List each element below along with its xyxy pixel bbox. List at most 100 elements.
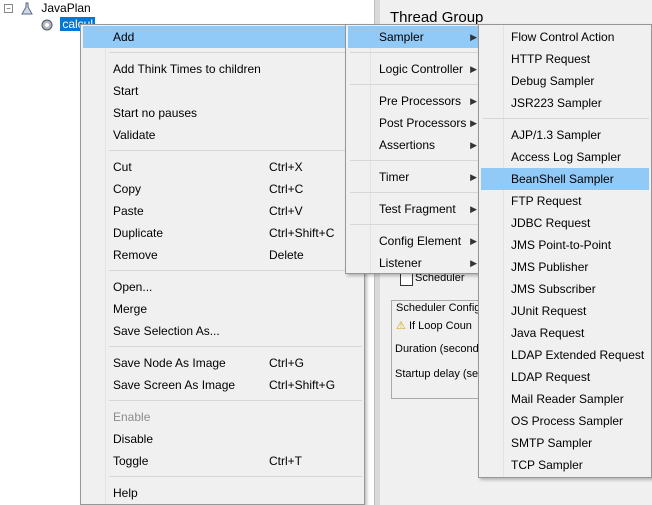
sampler-item-mail-reader-sampler[interactable]: Mail Reader Sampler xyxy=(481,388,649,410)
menu-item-validate[interactable]: Validate xyxy=(83,124,362,146)
sampler-item-jdbc-request[interactable]: JDBC Request xyxy=(481,212,649,234)
menu-item-merge[interactable]: Merge xyxy=(83,298,362,320)
menu-item-label: Open... xyxy=(113,280,153,294)
menu-separator xyxy=(109,346,362,347)
scheduler-checkbox[interactable] xyxy=(400,273,413,286)
sampler-item-jms-subscriber[interactable]: JMS Subscriber xyxy=(481,278,649,300)
submenu-arrow-icon: ▶ xyxy=(470,258,477,268)
menu-item-label: Assertions xyxy=(379,138,436,152)
menu-item-label: Duplicate xyxy=(113,226,164,240)
sampler-item-tcp-sampler[interactable]: TCP Sampler xyxy=(481,454,649,476)
add-submenu-item-config-element[interactable]: Config Element ▶ xyxy=(348,230,485,252)
sampler-item-http-request[interactable]: HTTP Request xyxy=(481,48,649,70)
sampler-item-java-request[interactable]: Java Request xyxy=(481,322,649,344)
sampler-item-ldap-request[interactable]: LDAP Request xyxy=(481,366,649,388)
sampler-item-beanshell-sampler[interactable]: BeanShell Sampler xyxy=(481,168,649,190)
menu-item-copy[interactable]: Copy Ctrl+C xyxy=(83,178,362,200)
sampler-item-jms-publisher[interactable]: JMS Publisher xyxy=(481,256,649,278)
menu-item-label: Debug Sampler xyxy=(511,74,595,88)
menu-item-label: Toggle xyxy=(113,454,149,468)
sampler-submenu: Flow Control Action HTTP Request Debug Sam… xyxy=(478,24,652,478)
menu-item-shortcut: Ctrl+Shift+C xyxy=(269,226,335,240)
menu-separator xyxy=(350,52,485,53)
menu-item-label: JDBC Request xyxy=(511,216,591,230)
sampler-item-junit-request[interactable]: JUnit Request xyxy=(481,300,649,322)
add-submenu-item-post-processors[interactable]: Post Processors ▶ xyxy=(348,112,485,134)
menu-item-label: Access Log Sampler xyxy=(511,150,622,164)
add-submenu-item-logic-controller[interactable]: Logic Controller ▶ xyxy=(348,58,485,80)
startup-delay-label: Startup delay (se xyxy=(395,368,479,380)
menu-item-label: Paste xyxy=(113,204,144,218)
menu-item-start-no-pauses[interactable]: Start no pauses xyxy=(83,102,362,124)
menu-item-start[interactable]: Start xyxy=(83,80,362,102)
sampler-item-jms-point-to-point[interactable]: JMS Point-to-Point xyxy=(481,234,649,256)
duration-label: Duration (second xyxy=(395,343,479,355)
sampler-item-flow-control-action[interactable]: Flow Control Action xyxy=(481,26,649,48)
add-submenu-item-sampler[interactable]: Sampler ▶ xyxy=(348,26,485,48)
submenu-arrow-icon: ▶ xyxy=(470,118,477,128)
menu-item-label: Merge xyxy=(113,302,148,316)
menu-item-toggle[interactable]: Toggle Ctrl+T xyxy=(83,450,362,472)
menu-item-add-think-times-to-children[interactable]: Add Think Times to children xyxy=(83,58,362,80)
menu-item-label: Add Think Times to children xyxy=(113,62,261,76)
add-submenu-item-listener[interactable]: Listener ▶ xyxy=(348,252,485,274)
menu-item-save-selection-as[interactable]: Save Selection As... xyxy=(83,320,362,342)
menu-item-label: Cut xyxy=(113,160,132,174)
menu-item-label: JSR223 Sampler xyxy=(511,96,602,110)
menu-item-label: LDAP Request xyxy=(511,370,591,384)
sampler-item-smtp-sampler[interactable]: SMTP Sampler xyxy=(481,432,649,454)
menu-item-add[interactable]: Add▶ xyxy=(83,26,362,48)
menu-item-label: JMS Subscriber xyxy=(511,282,596,296)
sampler-item-ajp-1-3-sampler[interactable]: AJP/1.3 Sampler xyxy=(481,124,649,146)
menu-separator xyxy=(350,192,485,193)
sampler-item-ftp-request[interactable]: FTP Request xyxy=(481,190,649,212)
add-submenu-item-assertions[interactable]: Assertions ▶ xyxy=(348,134,485,156)
menu-item-shortcut: Delete xyxy=(269,248,304,262)
add-submenu-item-pre-processors[interactable]: Pre Processors ▶ xyxy=(348,90,485,112)
collapse-toggle-icon[interactable]: − xyxy=(4,4,13,13)
menu-item-save-screen-as-image[interactable]: Save Screen As Image Ctrl+Shift+G xyxy=(83,374,362,396)
sampler-item-access-log-sampler[interactable]: Access Log Sampler xyxy=(481,146,649,168)
menu-item-disable[interactable]: Disable xyxy=(83,428,362,450)
test-plan-icon xyxy=(21,2,33,15)
add-submenu-item-test-fragment[interactable]: Test Fragment ▶ xyxy=(348,198,485,220)
menu-item-enable[interactable]: Enable xyxy=(83,406,362,428)
menu-item-label: AJP/1.3 Sampler xyxy=(511,128,602,142)
menu-item-label: JMS Publisher xyxy=(511,260,589,274)
menu-item-save-node-as-image[interactable]: Save Node As Image Ctrl+G xyxy=(83,352,362,374)
loop-warning-text: If Loop Coun xyxy=(408,320,472,332)
menu-item-label: Post Processors xyxy=(379,116,467,130)
menu-item-paste[interactable]: Paste Ctrl+V xyxy=(83,200,362,222)
menu-separator xyxy=(109,150,362,151)
submenu-arrow-icon: ▶ xyxy=(470,32,477,42)
tree-node-javaplan[interactable]: JavaPlan xyxy=(20,0,91,16)
menu-item-help[interactable]: Help xyxy=(83,482,362,504)
menu-item-open[interactable]: Open... xyxy=(83,276,362,298)
menu-item-label: LDAP Extended Request xyxy=(511,348,645,362)
menu-separator xyxy=(109,400,362,401)
menu-item-label: Save Selection As... xyxy=(113,324,220,338)
menu-separator xyxy=(109,270,362,271)
menu-separator xyxy=(109,52,362,53)
menu-separator xyxy=(350,84,485,85)
sampler-item-jsr223-sampler[interactable]: JSR223 Sampler xyxy=(481,92,649,114)
menu-item-duplicate[interactable]: Duplicate Ctrl+Shift+C xyxy=(83,222,362,244)
menu-item-cut[interactable]: Cut Ctrl+X xyxy=(83,156,362,178)
menu-item-label: Save Screen As Image xyxy=(113,378,236,392)
submenu-arrow-icon: ▶ xyxy=(470,64,477,74)
menu-item-label: Timer xyxy=(379,170,410,184)
menu-item-shortcut: Ctrl+T xyxy=(269,454,302,468)
menu-item-label: SMTP Sampler xyxy=(511,436,593,450)
menu-item-remove[interactable]: Remove Delete xyxy=(83,244,362,266)
add-submenu-item-timer[interactable]: Timer ▶ xyxy=(348,166,485,188)
menu-item-label: Test Fragment xyxy=(379,202,456,216)
sampler-item-debug-sampler[interactable]: Debug Sampler xyxy=(481,70,649,92)
menu-separator xyxy=(350,224,485,225)
sampler-item-ldap-extended-request[interactable]: LDAP Extended Request xyxy=(481,344,649,366)
menu-item-label: HTTP Request xyxy=(511,52,591,66)
submenu-arrow-icon: ▶ xyxy=(470,140,477,150)
submenu-arrow-icon: ▶ xyxy=(470,204,477,214)
menu-item-label: Start no pauses xyxy=(113,106,198,120)
sampler-item-os-process-sampler[interactable]: OS Process Sampler xyxy=(481,410,649,432)
tree-node-label: JavaPlan xyxy=(41,1,91,15)
